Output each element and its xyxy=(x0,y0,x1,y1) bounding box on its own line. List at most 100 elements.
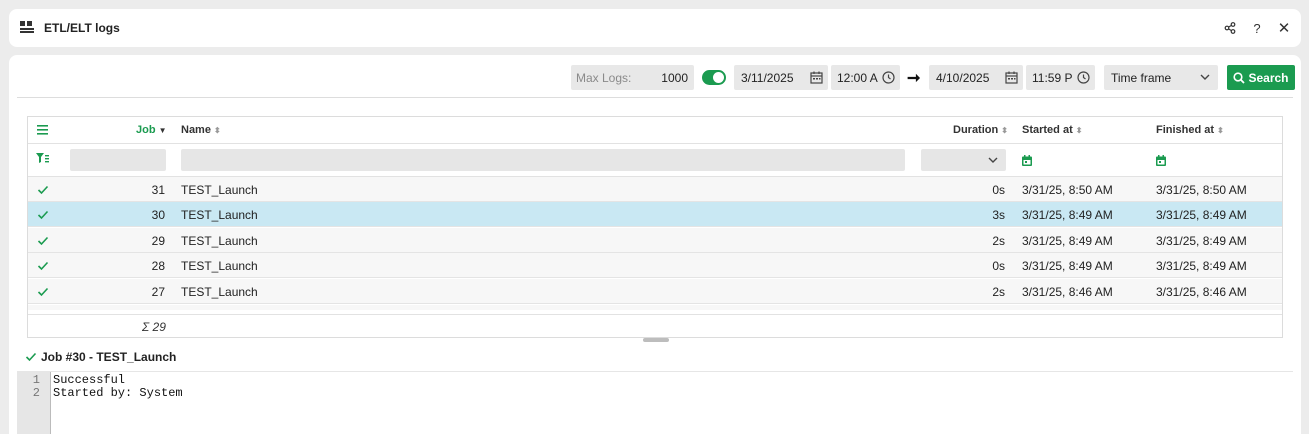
window-title: ETL/ELT logs xyxy=(44,21,120,35)
cell-job: 28 xyxy=(151,259,165,273)
line-number: 2 xyxy=(32,386,40,400)
clock-icon xyxy=(882,71,895,84)
column-header-name[interactable]: Name ⬍ xyxy=(181,124,221,136)
column-label-started: Started at xyxy=(1022,124,1073,136)
timeframe-select[interactable]: Time frame xyxy=(1104,65,1218,90)
log-line: Started by: System xyxy=(53,386,183,400)
table-body: 31 TEST_Launch 0s 3/31/25, 8:50 AM 3/31/… xyxy=(28,177,1282,310)
to-date-value: 4/10/2025 xyxy=(936,71,990,85)
main-panel: Max Logs: 1000 3/11/2025 12:00 A ➞ 4/10/… xyxy=(9,55,1301,434)
column-header-finished[interactable]: Finished at ⬍ xyxy=(1156,124,1224,136)
cell-duration: 0s xyxy=(992,183,1005,197)
menu-icon[interactable] xyxy=(37,125,48,135)
toolbar-divider xyxy=(17,97,1293,98)
sort-icon: ⬍ xyxy=(1217,126,1224,135)
table-row[interactable]: 31 TEST_Launch 0s 3/31/25, 8:50 AM 3/31/… xyxy=(28,177,1282,202)
filter-toolbar: Max Logs: 1000 3/11/2025 12:00 A ➞ 4/10/… xyxy=(9,55,1301,98)
table-footer: Σ 29 xyxy=(28,314,1282,338)
date-range-toggle[interactable] xyxy=(702,70,726,85)
resize-handle[interactable] xyxy=(643,338,669,342)
cell-started: 3/31/25, 8:46 AM xyxy=(1022,285,1113,299)
table-row[interactable]: 28 TEST_Launch 0s 3/31/25, 8:49 AM 3/31/… xyxy=(28,253,1282,278)
column-label-job: Job xyxy=(136,124,156,136)
cell-name: TEST_Launch xyxy=(181,208,258,222)
max-logs-value: 1000 xyxy=(661,71,688,85)
table-row[interactable]: 29 TEST_Launch 2s 3/31/25, 8:49 AM 3/31/… xyxy=(28,228,1282,253)
check-icon xyxy=(37,287,49,297)
filter-row xyxy=(28,144,1282,177)
cell-name: TEST_Launch xyxy=(181,285,258,299)
sort-icon: ⬍ xyxy=(213,126,221,135)
column-label-finished: Finished at xyxy=(1156,124,1215,136)
cell-duration: 3s xyxy=(992,208,1005,222)
cell-job: 30 xyxy=(151,208,165,222)
max-logs-label: Max Logs: xyxy=(576,71,632,85)
column-header-started[interactable]: Started at ⬍ xyxy=(1022,124,1082,136)
range-arrow-icon: ➞ xyxy=(907,70,921,87)
from-date-input[interactable]: 3/11/2025 xyxy=(734,65,828,90)
name-filter-input[interactable] xyxy=(181,149,905,171)
cell-finished: 3/31/25, 8:49 AM xyxy=(1156,208,1247,222)
job-detail-title: Job #30 - TEST_Launch xyxy=(25,350,176,364)
sort-icon: ⬍ xyxy=(1001,126,1008,135)
table-row[interactable]: 30 TEST_Launch 3s 3/31/25, 8:49 AM 3/31/… xyxy=(28,202,1282,227)
check-icon xyxy=(37,261,49,271)
sort-icon: ⬍ xyxy=(1075,126,1083,135)
chevron-down-icon xyxy=(1200,74,1210,80)
timeframe-value: Time frame xyxy=(1111,71,1172,85)
max-logs-field[interactable]: Max Logs: 1000 xyxy=(571,65,694,90)
table-row[interactable]: 27 TEST_Launch 2s 3/31/25, 8:46 AM 3/31/… xyxy=(28,279,1282,304)
check-icon xyxy=(37,236,49,246)
cell-duration: 2s xyxy=(992,285,1005,299)
job-detail-title-text: Job #30 - TEST_Launch xyxy=(41,350,177,364)
to-time-input[interactable]: 11:59 P xyxy=(1026,65,1095,90)
clock-icon xyxy=(1077,71,1090,84)
share-button[interactable] xyxy=(1220,18,1240,38)
help-button[interactable]: ? xyxy=(1247,18,1267,38)
job-filter-input[interactable] xyxy=(70,149,166,171)
log-output-editor[interactable]: 1 2 Successful Started by: System xyxy=(17,372,1293,434)
from-time-value: 12:00 A xyxy=(837,71,878,85)
search-button[interactable]: Search xyxy=(1227,65,1295,90)
check-icon xyxy=(37,210,49,220)
sort-desc-icon: ▼ xyxy=(158,126,167,135)
table-header: Job ▼ Name ⬍ Duration ⬍ Started at ⬍ Finishe… xyxy=(28,117,1282,144)
cell-duration: 0s xyxy=(992,259,1005,273)
cell-finished: 3/31/25, 8:49 AM xyxy=(1156,234,1247,248)
calendar-icon xyxy=(1005,71,1018,84)
grid-app-icon xyxy=(20,21,34,33)
calendar-icon[interactable] xyxy=(1022,155,1032,166)
duration-filter-select[interactable] xyxy=(921,149,1006,171)
search-button-label: Search xyxy=(1248,70,1289,85)
column-header-job[interactable]: Job ▼ xyxy=(136,124,166,136)
calendar-icon xyxy=(810,71,823,84)
cell-started: 3/31/25, 8:49 AM xyxy=(1022,208,1113,222)
to-time-value: 11:59 P xyxy=(1032,71,1073,85)
column-label-duration: Duration xyxy=(953,124,999,136)
calendar-icon[interactable] xyxy=(1156,155,1166,166)
cell-finished: 3/31/25, 8:46 AM xyxy=(1156,285,1247,299)
cell-duration: 2s xyxy=(992,234,1005,248)
from-time-input[interactable]: 12:00 A xyxy=(831,65,900,90)
cell-finished: 3/31/25, 8:49 AM xyxy=(1156,259,1247,273)
cell-job: 31 xyxy=(151,183,165,197)
search-icon xyxy=(1233,71,1246,84)
line-number-gutter: 1 2 xyxy=(17,372,51,434)
table-row-partial[interactable] xyxy=(28,305,1282,310)
column-label-name: Name xyxy=(181,124,211,136)
filter-icon[interactable] xyxy=(36,153,49,164)
cell-name: TEST_Launch xyxy=(181,259,258,273)
column-header-duration[interactable]: Duration ⬍ xyxy=(953,124,1008,136)
close-button[interactable]: ✕ xyxy=(1274,18,1294,38)
cell-started: 3/31/25, 8:50 AM xyxy=(1022,183,1113,197)
cell-started: 3/31/25, 8:49 AM xyxy=(1022,234,1113,248)
check-icon xyxy=(37,185,49,195)
from-date-value: 3/11/2025 xyxy=(741,71,794,85)
line-number: 1 xyxy=(32,373,40,387)
share-icon xyxy=(1224,22,1236,34)
cell-job: 27 xyxy=(151,285,165,299)
log-line: Successful xyxy=(53,373,126,387)
chevron-down-icon xyxy=(988,157,998,163)
cell-name: TEST_Launch xyxy=(181,234,258,248)
to-date-input[interactable]: 4/10/2025 xyxy=(929,65,1023,90)
